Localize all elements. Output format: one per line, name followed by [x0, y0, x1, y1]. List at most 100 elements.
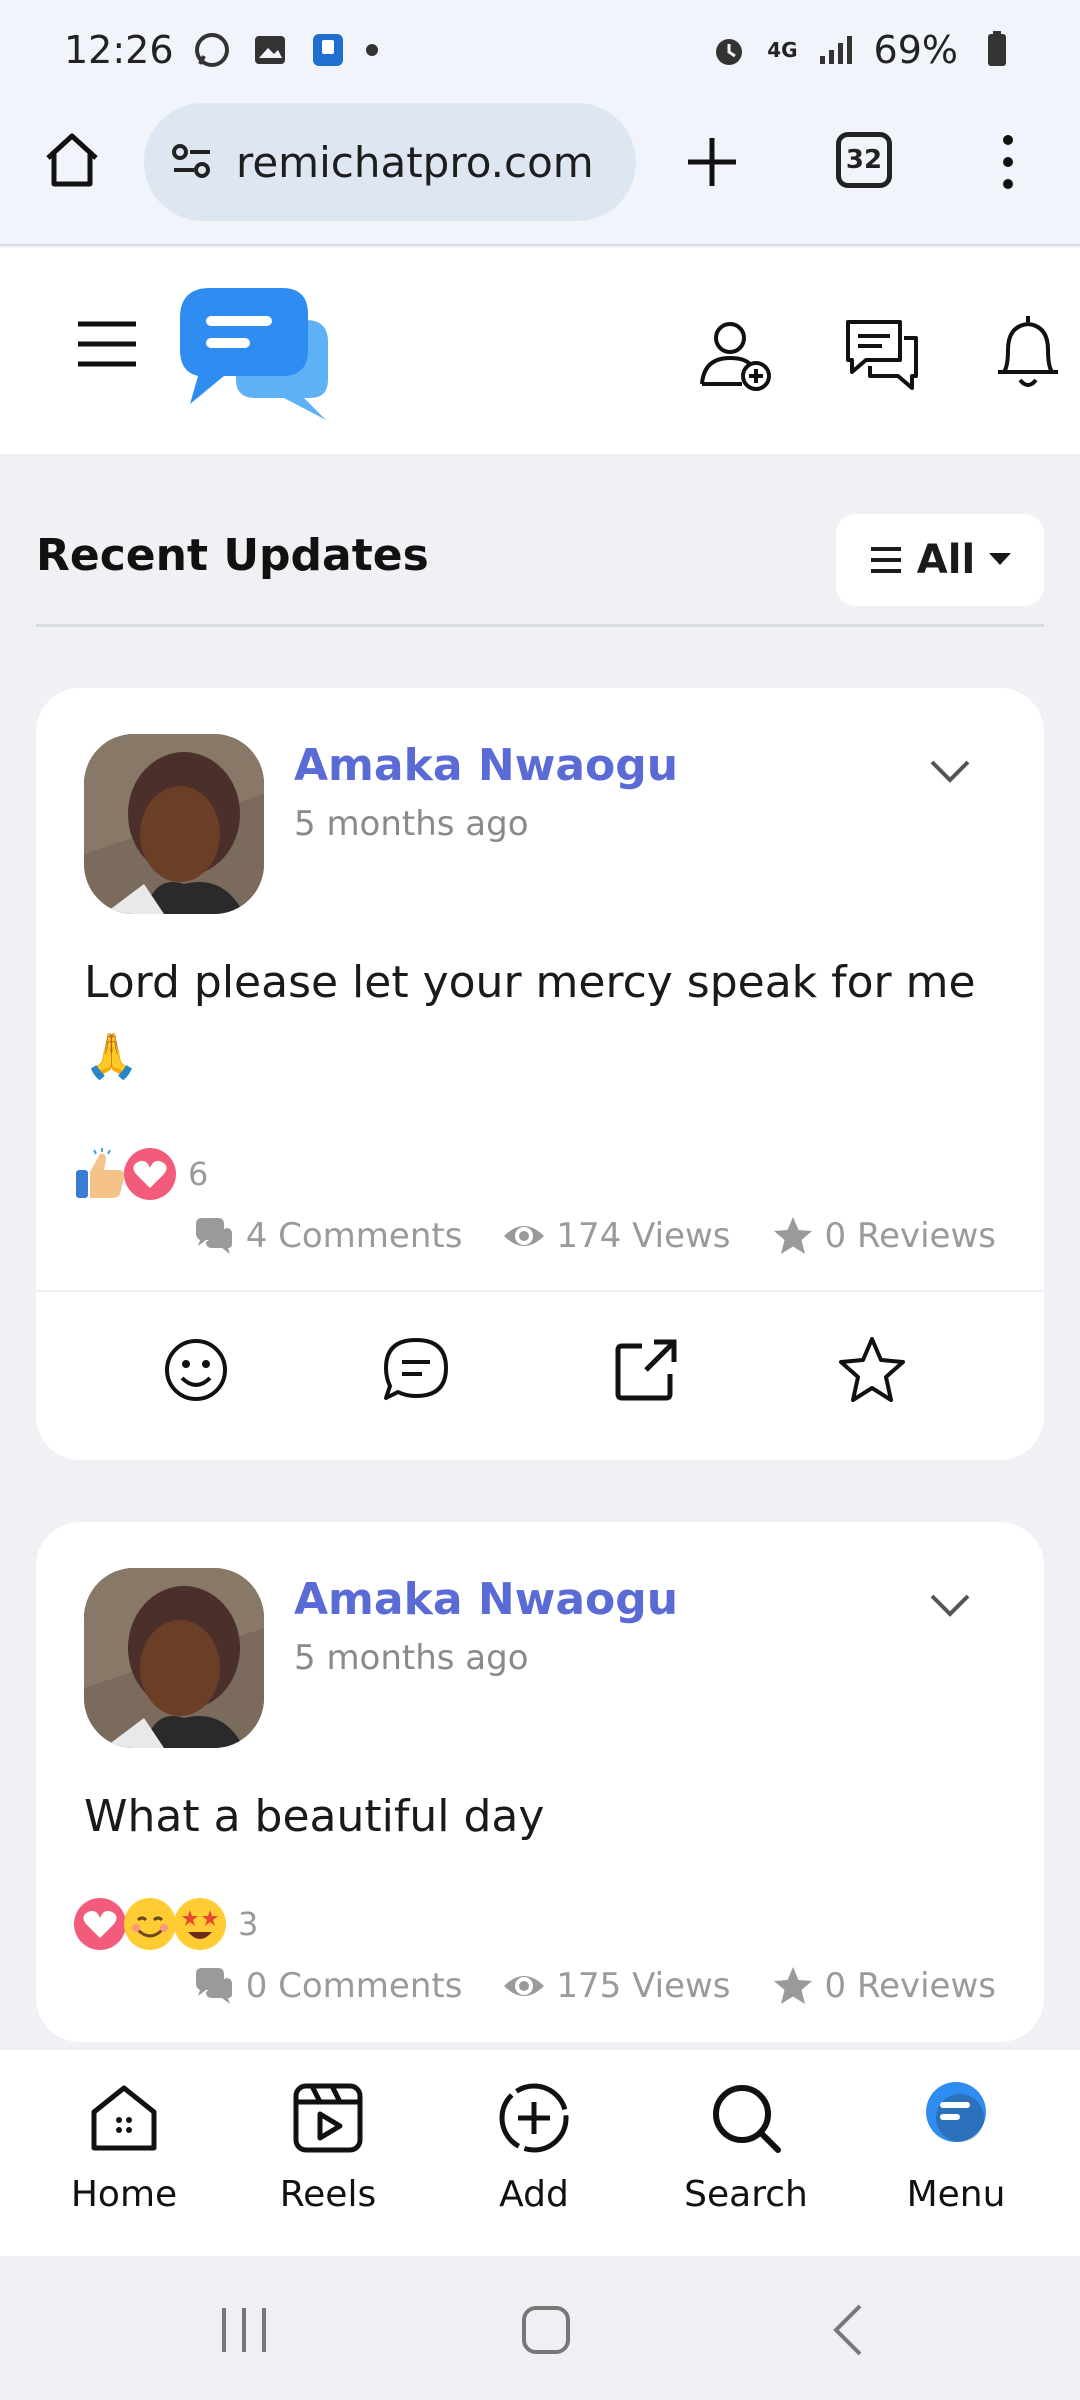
- post-text: What a beautiful day: [84, 1780, 1004, 1854]
- post-text-content: What a beautiful day: [84, 1791, 545, 1842]
- system-navigation: [0, 2256, 1080, 2400]
- nav-label: Home: [70, 2174, 178, 2215]
- section-divider: [36, 624, 1044, 627]
- app-header: [0, 248, 1080, 454]
- add-icon: [499, 2083, 569, 2153]
- heart-emoji-icon: [74, 1898, 126, 1950]
- thumbs-up-emoji-icon: [76, 1148, 125, 1198]
- tab-switcher-button[interactable]: 32: [836, 132, 892, 188]
- views-count: 174 Views: [556, 1216, 731, 1256]
- avatar-photo: [84, 1568, 264, 1748]
- comments-count: 4 Comments: [245, 1216, 463, 1256]
- network-type: 4G: [767, 38, 798, 62]
- reels-icon: [293, 2083, 363, 2153]
- home-icon: [91, 2085, 157, 2151]
- reaction-summary[interactable]: 3: [72, 1896, 258, 1952]
- status-time: 12:26: [64, 28, 174, 72]
- hamburger-menu-icon[interactable]: [76, 320, 138, 368]
- filter-dropdown[interactable]: All: [836, 514, 1044, 606]
- comments-stat[interactable]: 4 Comments: [192, 1214, 463, 1258]
- nav-add[interactable]: Add: [454, 2078, 614, 2228]
- views-stat: 174 Views: [502, 1214, 731, 1258]
- reviews-count: 0 Reviews: [824, 1216, 996, 1256]
- alarm-icon: [716, 39, 743, 65]
- author-avatar[interactable]: [84, 1568, 264, 1748]
- site-settings-icon[interactable]: [168, 138, 216, 186]
- app-logo[interactable]: [176, 280, 336, 426]
- caret-down-icon: [989, 553, 1012, 565]
- gallery-icon: [254, 36, 285, 64]
- more-notifications-dot: [365, 44, 378, 56]
- avatar-photo: [84, 734, 264, 914]
- star-icon: [773, 1217, 812, 1254]
- review-star-icon[interactable]: [836, 1334, 908, 1406]
- heart-emoji-icon: [124, 1148, 176, 1200]
- list-icon: [870, 547, 901, 573]
- system-home-icon[interactable]: [516, 2300, 576, 2360]
- views-stat: 175 Views: [502, 1964, 731, 2008]
- reviews-stat[interactable]: 0 Reviews: [771, 1214, 996, 1258]
- comment-bubble-icon[interactable]: [380, 1334, 452, 1406]
- address-bar[interactable]: remichatpro.com: [144, 103, 636, 221]
- author-name[interactable]: Amaka Nwaogu: [294, 1574, 678, 1625]
- filter-label: All: [916, 537, 976, 583]
- messages-icon[interactable]: [842, 314, 922, 394]
- menu-logo-icon: [926, 2082, 986, 2142]
- post-actions: [36, 1292, 1044, 1460]
- add-friend-icon[interactable]: [696, 314, 776, 394]
- nav-reels[interactable]: Reels: [248, 2078, 408, 2228]
- chevron-down-icon[interactable]: [926, 1588, 974, 1624]
- reaction-count: 3: [238, 1905, 259, 1943]
- nav-home[interactable]: Home: [44, 2078, 204, 2228]
- react-smiley-icon[interactable]: [160, 1334, 232, 1406]
- star-struck-emoji-icon: [174, 1898, 226, 1950]
- url-text: remichatpro.com: [236, 137, 594, 187]
- reaction-count: 6: [188, 1155, 209, 1193]
- whatsapp-icon: [194, 33, 229, 67]
- comments-count: 0 Comments: [245, 1966, 463, 2006]
- post-card: Amaka Nwaogu 5 months ago What a beautif…: [36, 1522, 1044, 2042]
- star-icon: [773, 1967, 812, 2004]
- nav-label: Menu: [906, 2174, 1006, 2215]
- nav-label: Reels: [279, 2174, 377, 2215]
- nav-label: Search: [684, 2174, 808, 2215]
- more-options-icon[interactable]: [990, 130, 1026, 194]
- eye-icon: [504, 1226, 545, 1246]
- chevron-down-icon[interactable]: [926, 754, 974, 790]
- signal-icon: [819, 36, 852, 64]
- back-icon[interactable]: [820, 2300, 880, 2360]
- reviews-count: 0 Reviews: [824, 1966, 996, 2006]
- share-external-icon[interactable]: [610, 1334, 682, 1406]
- nav-menu[interactable]: Menu: [876, 2078, 1036, 2228]
- author-avatar[interactable]: [84, 734, 264, 914]
- views-count: 175 Views: [556, 1966, 731, 2006]
- battery-percent: 69%: [873, 28, 958, 72]
- reaction-summary[interactable]: 6: [72, 1146, 208, 1202]
- recent-apps-icon[interactable]: [214, 2300, 274, 2360]
- eye-icon: [504, 1976, 545, 1996]
- notifications-bell-icon[interactable]: [988, 310, 1068, 394]
- status-bar: 12:26 4G 69%: [0, 0, 1080, 100]
- comments-stat[interactable]: 0 Comments: [192, 1964, 463, 2008]
- post-text-content: Lord please let your mercy speak for me: [84, 957, 976, 1008]
- home-icon[interactable]: [40, 128, 104, 192]
- post-stats: 0 Comments 175 Views 0 Reviews: [192, 1964, 996, 2008]
- nav-search[interactable]: Search: [666, 2078, 826, 2228]
- pray-emoji: 🙏: [84, 1031, 139, 1082]
- post-text: Lord please let your mercy speak for me …: [84, 946, 1004, 1094]
- battery-icon: [988, 31, 1006, 66]
- smile-emoji-icon: [124, 1898, 176, 1950]
- post-stats: 4 Comments 174 Views 0 Reviews: [192, 1214, 996, 1258]
- comments-icon: [195, 1218, 232, 1254]
- comments-icon: [195, 1968, 232, 2004]
- nav-label: Add: [499, 2174, 569, 2215]
- post-time: 5 months ago: [294, 804, 529, 844]
- section-title: Recent Updates: [36, 530, 429, 581]
- tab-count: 32: [845, 145, 883, 175]
- browser-toolbar: remichatpro.com 32: [0, 100, 1080, 246]
- post-time: 5 months ago: [294, 1638, 529, 1678]
- search-icon: [713, 2085, 781, 2153]
- author-name[interactable]: Amaka Nwaogu: [294, 740, 678, 791]
- reviews-stat[interactable]: 0 Reviews: [771, 1964, 996, 2008]
- new-tab-icon[interactable]: [680, 130, 744, 194]
